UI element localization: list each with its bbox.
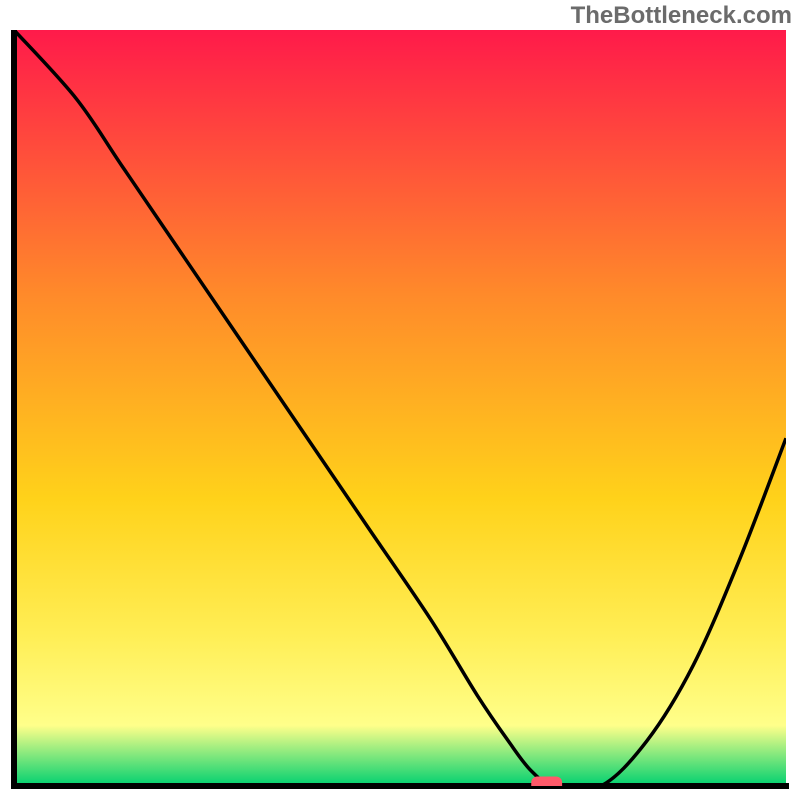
plot-background <box>14 30 786 786</box>
brand-watermark: TheBottleneck.com <box>571 2 792 30</box>
plot-frame <box>10 30 790 790</box>
bottleneck-plot <box>10 30 790 790</box>
chart-stage: TheBottleneck.com <box>0 0 800 800</box>
